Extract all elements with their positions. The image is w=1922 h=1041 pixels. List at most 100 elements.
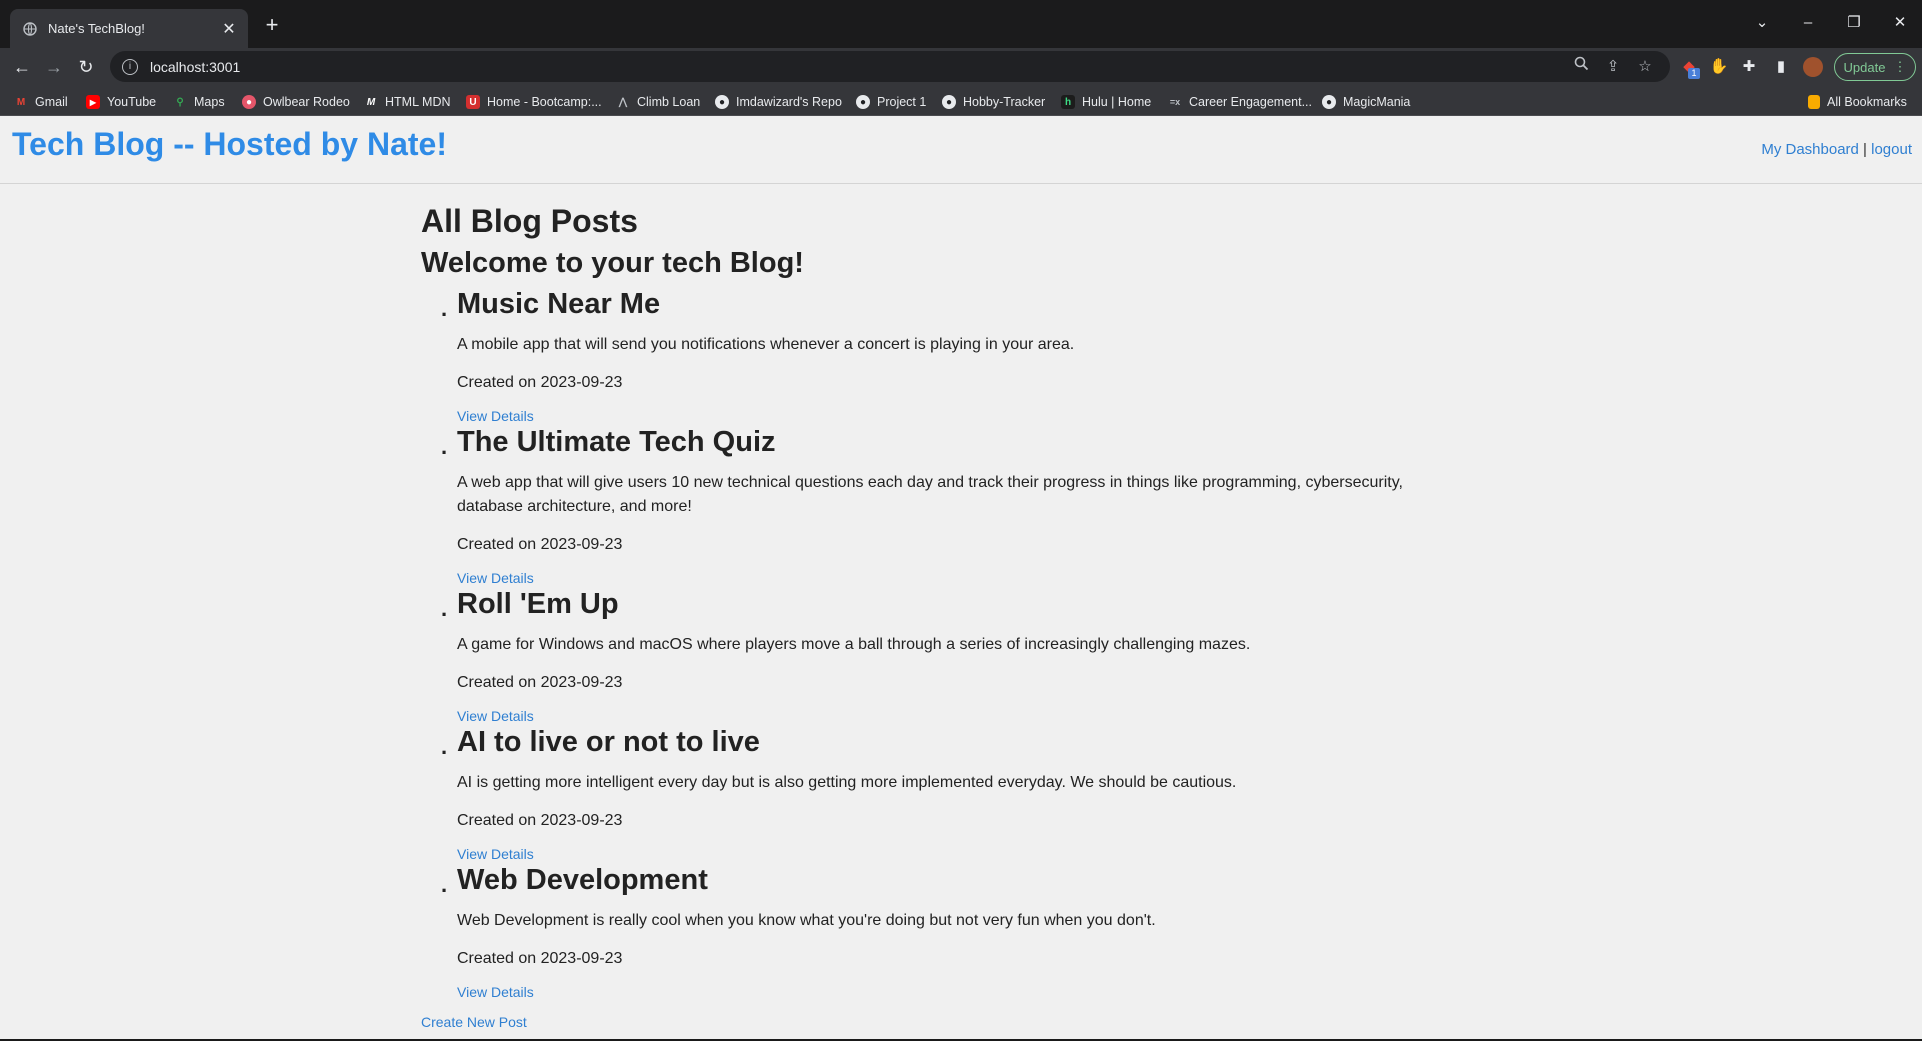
post-date: Created on 2023-09-23 xyxy=(457,812,623,829)
mdn-icon: M xyxy=(366,96,376,108)
side-panel-icon[interactable]: ▮ xyxy=(1768,54,1794,80)
bookmark-youtube[interactable]: ▶ YouTube xyxy=(86,92,156,112)
site-header: Tech Blog -- Hosted by Nate! My Dashboar… xyxy=(0,116,1922,184)
bullet: . xyxy=(441,596,448,621)
view-details-link[interactable]: View Details xyxy=(457,845,1521,863)
close-window-button[interactable]: ✕ xyxy=(1880,8,1920,38)
post-date: Created on 2023-09-23 xyxy=(457,536,623,553)
career-icon: =x xyxy=(1169,97,1181,107)
puzzle-icon[interactable]: ✚ xyxy=(1736,54,1762,80)
browser-toolbar: ← → ↻ i localhost:3001 ⇪ ☆ ◆ 1 ✋ ✚ ▮ Upd… xyxy=(0,48,1922,86)
bookmark-gmail[interactable]: M Gmail xyxy=(14,92,68,112)
view-details-link[interactable]: View Details xyxy=(457,983,1521,1001)
update-button[interactable]: Update ⋮ xyxy=(1834,53,1916,81)
post-description: A mobile app that will send you notifica… xyxy=(457,336,1075,353)
bullet: . xyxy=(441,296,448,321)
bookmark-label: Hobby-Tracker xyxy=(963,95,1046,109)
view-details-link[interactable]: View Details xyxy=(457,569,1521,587)
post-item: . The Ultimate Tech Quiz A web app that … xyxy=(441,425,1521,587)
avatar[interactable] xyxy=(1800,54,1826,80)
create-new-post-link[interactable]: Create New Post xyxy=(421,1014,527,1030)
bookmark-star-icon[interactable]: ☆ xyxy=(1632,54,1658,80)
bookmark-bootcamp[interactable]: U Home - Bootcamp:... xyxy=(466,92,602,112)
bookmark-label: Career Engagement... xyxy=(1189,95,1312,109)
github-icon: ● xyxy=(715,95,729,109)
url-text: localhost:3001 xyxy=(150,58,241,75)
gmail-icon: M xyxy=(16,96,26,108)
post-description: Web Development is really cool when you … xyxy=(457,912,1156,929)
bookmark-hobby-tracker[interactable]: ● Hobby-Tracker xyxy=(942,92,1045,112)
post-title: The Ultimate Tech Quiz xyxy=(457,426,776,458)
all-bookmarks-label: All Bookmarks xyxy=(1827,95,1907,109)
share-icon[interactable]: ⇪ xyxy=(1600,54,1626,80)
bookmark-mdn[interactable]: M HTML MDN xyxy=(364,92,451,112)
site-title[interactable]: Tech Blog -- Hosted by Nate! xyxy=(12,126,447,163)
owlbear-icon: ● xyxy=(242,95,256,109)
maps-icon: ⚲ xyxy=(176,96,184,108)
browser-tab[interactable]: Nate's TechBlog! ✕ xyxy=(10,9,248,48)
github-icon: ● xyxy=(1322,95,1336,109)
bootcamp-icon: U xyxy=(466,95,480,109)
post-item: . Web Development Web Development is rea… xyxy=(441,863,1521,1001)
main-content: All Blog Posts Welcome to your tech Blog… xyxy=(421,202,1521,1001)
browser-chrome: Nate's TechBlog! ✕ + ⌄ – ❐ ✕ ← → ↻ i loc… xyxy=(0,0,1922,116)
bookmark-label: Owlbear Rodeo xyxy=(263,95,350,109)
zoom-icon[interactable] xyxy=(1568,54,1594,80)
back-button[interactable]: ← xyxy=(8,54,36,80)
bookmark-hulu[interactable]: h Hulu | Home xyxy=(1061,92,1151,112)
bookmark-label: HTML MDN xyxy=(385,95,451,109)
restore-button[interactable]: ❐ xyxy=(1834,8,1874,38)
new-tab-button[interactable]: + xyxy=(258,12,286,40)
folder-icon xyxy=(1808,95,1820,109)
forward-button[interactable]: → xyxy=(40,54,68,80)
bookmark-label: Hulu | Home xyxy=(1082,95,1152,109)
post-item: . Roll 'Em Up A game for Windows and mac… xyxy=(441,587,1521,725)
post-title: Roll 'Em Up xyxy=(457,588,619,620)
close-tab-icon[interactable]: ✕ xyxy=(220,19,238,39)
nav-separator: | xyxy=(1863,141,1867,158)
bookmark-project1[interactable]: ● Project 1 xyxy=(856,92,926,112)
site-info-icon[interactable]: i xyxy=(122,58,138,75)
post-title: AI to live or not to live xyxy=(457,726,760,758)
post-item: . AI to live or not to live AI is gettin… xyxy=(441,725,1521,863)
bookmark-owlbear[interactable]: ● Owlbear Rodeo xyxy=(242,92,350,112)
post-description: A game for Windows and macOS where playe… xyxy=(457,636,1251,653)
post-date: Created on 2023-09-23 xyxy=(457,950,623,967)
view-details-link[interactable]: View Details xyxy=(457,407,1521,425)
update-label: Update xyxy=(1843,59,1886,75)
more-menu-icon[interactable]: ⋮ xyxy=(1893,59,1906,75)
bookmarks-bar: M Gmail ▶ YouTube ⚲ Maps ● Owlbear Rodeo… xyxy=(0,86,1922,116)
bookmark-label: MagicMania xyxy=(1343,95,1411,109)
site-nav: My Dashboard | logout xyxy=(1761,141,1912,158)
minimize-button[interactable]: – xyxy=(1788,8,1828,38)
post-title: Music Near Me xyxy=(457,288,661,320)
bullet: . xyxy=(441,872,448,897)
post-description: AI is getting more intelligent every day… xyxy=(457,774,1237,791)
logout-link[interactable]: logout xyxy=(1871,141,1912,158)
tab-strip: Nate's TechBlog! ✕ + ⌄ – ❐ ✕ xyxy=(0,0,1922,48)
post-date: Created on 2023-09-23 xyxy=(457,374,623,391)
tab-search-icon[interactable]: ⌄ xyxy=(1742,8,1782,38)
post-description: A web app that will give users 10 new te… xyxy=(457,474,1403,515)
view-details-link[interactable]: View Details xyxy=(457,707,1521,725)
github-icon: ● xyxy=(942,95,956,109)
bookmark-imdawizard[interactable]: ● Imdawizard's Repo xyxy=(715,92,842,112)
dashboard-link[interactable]: My Dashboard xyxy=(1761,141,1859,158)
bookmark-magicmania[interactable]: ● MagicMania xyxy=(1322,92,1410,112)
bookmark-career[interactable]: =x Career Engagement... xyxy=(1168,92,1312,112)
bookmark-label: Gmail xyxy=(35,95,68,109)
reload-button[interactable]: ↻ xyxy=(72,54,100,80)
post-title: Web Development xyxy=(457,864,708,896)
page-content: Tech Blog -- Hosted by Nate! My Dashboar… xyxy=(0,116,1922,1041)
bookmark-label: Home - Bootcamp:... xyxy=(487,95,602,109)
bookmark-climb[interactable]: ⋀ Climb Loan xyxy=(616,92,700,112)
address-bar[interactable]: i localhost:3001 xyxy=(110,51,1670,82)
bookmark-maps[interactable]: ⚲ Maps xyxy=(173,92,225,112)
hulu-icon: h xyxy=(1061,95,1075,109)
post-list: . Music Near Me A mobile app that will s… xyxy=(421,287,1521,1001)
all-bookmarks[interactable]: All Bookmarks xyxy=(1808,92,1907,112)
bookmark-label: Maps xyxy=(194,95,225,109)
adblock-icon[interactable]: ✋ xyxy=(1706,54,1732,80)
bookmark-label: Project 1 xyxy=(877,95,927,109)
tab-title: Nate's TechBlog! xyxy=(48,21,145,36)
